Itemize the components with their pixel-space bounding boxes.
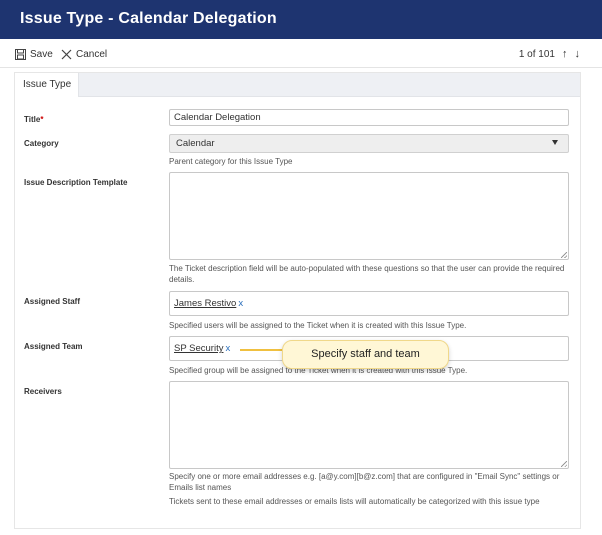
title-label: Title* <box>24 115 43 124</box>
remove-staff-tag-icon[interactable]: x <box>238 298 243 309</box>
description-template-textarea[interactable] <box>169 172 569 260</box>
category-label: Category <box>24 139 59 148</box>
receivers-label: Receivers <box>24 387 62 396</box>
receivers-help-2: Tickets sent to these email addresses or… <box>169 497 540 506</box>
pager-text: 1 of 101 <box>518 48 555 60</box>
floppy-disk-icon <box>15 48 26 60</box>
remove-team-tag-icon[interactable]: x <box>225 343 230 354</box>
window-title: Issue Type - Calendar Delegation <box>0 0 602 39</box>
resize-handle-icon[interactable] <box>561 461 567 467</box>
receivers-help-1: Specify one or more email addresses e.g.… <box>169 472 560 492</box>
assigned-staff-help: Specified users will be assigned to the … <box>169 321 467 330</box>
category-select[interactable]: Calendar <box>169 134 569 153</box>
assigned-staff-label: Assigned Staff <box>24 297 81 306</box>
assigned-team-label: Assigned Team <box>24 342 83 351</box>
cancel-button[interactable]: Cancel <box>61 48 107 60</box>
arrow-down-icon[interactable]: ↓ <box>575 48 581 60</box>
form-panel: Issue Type Title* Calendar Delegation Ca… <box>14 72 581 529</box>
assigned-staff-input[interactable]: James Restivo x <box>169 291 569 316</box>
team-tag[interactable]: SP Security <box>174 343 223 354</box>
tab-strip: Issue Type <box>15 73 580 97</box>
required-marker: * <box>40 115 44 124</box>
staff-tag[interactable]: James Restivo <box>174 298 236 309</box>
title-label-text: Title <box>24 115 41 124</box>
receivers-textarea[interactable] <box>169 381 569 469</box>
arrow-up-icon[interactable]: ↑ <box>562 48 568 60</box>
save-button[interactable]: Save <box>15 48 53 60</box>
toolbar: Save Cancel 1 of 101 ↑ ↓ <box>0 39 602 68</box>
description-template-help: The Ticket description field will be aut… <box>169 264 565 284</box>
record-pager: 1 of 101 ↑ ↓ <box>519 48 580 60</box>
annotation-callout: Specify staff and team <box>282 340 449 369</box>
category-help: Parent category for this Issue Type <box>169 157 293 166</box>
cancel-label: Cancel <box>76 48 108 60</box>
resize-handle-icon[interactable] <box>561 252 567 258</box>
description-template-label: Issue Description Template <box>24 178 128 187</box>
tab-issue-type[interactable]: Issue Type <box>15 73 79 97</box>
category-value: Calendar <box>176 138 215 149</box>
chevron-down-icon <box>552 140 558 145</box>
save-label: Save <box>30 48 53 60</box>
close-icon <box>61 49 72 60</box>
callout-pointer <box>240 349 283 351</box>
title-input[interactable]: Calendar Delegation <box>169 109 569 126</box>
